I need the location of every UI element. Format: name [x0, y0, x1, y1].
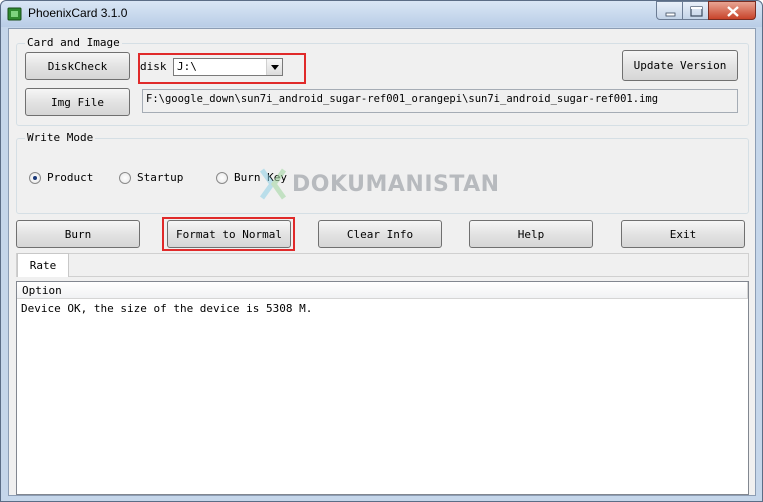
update-version-button[interactable]: Update Version [622, 50, 738, 81]
maximize-icon [690, 6, 703, 17]
minimize-icon [665, 12, 676, 17]
img-path-field: F:\google_down\sun7i_android_sugar-ref00… [142, 89, 738, 113]
client-area: Card and Image DiskCheck disk J:\ Update… [8, 28, 756, 496]
radio-product-indicator[interactable] [29, 171, 41, 184]
maximize-button[interactable] [682, 1, 709, 20]
title-bar[interactable]: PhoenixCard 3.1.0 [1, 1, 762, 27]
window-title: PhoenixCard 3.1.0 [28, 6, 128, 20]
radio-product[interactable]: Product [29, 171, 93, 184]
option-column-header[interactable]: Option [17, 282, 748, 299]
burn-button[interactable]: Burn [16, 220, 140, 248]
minimize-button[interactable] [656, 1, 683, 20]
radio-product-label: Product [47, 171, 94, 184]
rate-tab-strip: Rate [16, 253, 749, 277]
output-list[interactable]: Option Device OK, the size of the device… [16, 281, 749, 495]
watermark-logo-icon [259, 168, 287, 200]
watermark-text: DOKUMANISTAN [292, 171, 500, 197]
diskcheck-button[interactable]: DiskCheck [25, 52, 130, 80]
radio-startup-label: Startup [137, 171, 184, 184]
list-item: Device OK, the size of the device is 530… [21, 302, 313, 315]
option-column-label: Option [22, 284, 62, 297]
close-icon [727, 6, 739, 17]
dropdown-arrow-icon [271, 65, 279, 70]
img-file-button[interactable]: Img File [25, 88, 130, 116]
watermark: DOKUMANISTAN [258, 167, 500, 201]
disk-label: disk [140, 60, 167, 73]
app-window: PhoenixCard 3.1.0 Card and Image DiskChe… [0, 0, 763, 502]
write-mode-legend: Write Mode [25, 131, 96, 144]
disk-select[interactable]: J:\ [173, 58, 283, 76]
clear-info-button[interactable]: Clear Info [318, 220, 442, 248]
help-button[interactable]: Help [469, 220, 593, 248]
disk-select-value: J:\ [177, 60, 197, 73]
radio-startup[interactable]: Startup [119, 171, 183, 184]
column-divider [747, 282, 748, 299]
phoenix-app-icon [7, 7, 22, 21]
close-button[interactable] [708, 1, 756, 20]
format-to-normal-button[interactable]: Format to Normal [167, 220, 291, 248]
tab-rate[interactable]: Rate [17, 253, 69, 277]
radio-startup-indicator[interactable] [119, 171, 131, 184]
exit-button[interactable]: Exit [621, 220, 745, 248]
disk-dropdown-button[interactable] [266, 59, 282, 75]
radio-burn-key-indicator[interactable] [216, 171, 228, 184]
card-and-image-legend: Card and Image [25, 36, 122, 49]
